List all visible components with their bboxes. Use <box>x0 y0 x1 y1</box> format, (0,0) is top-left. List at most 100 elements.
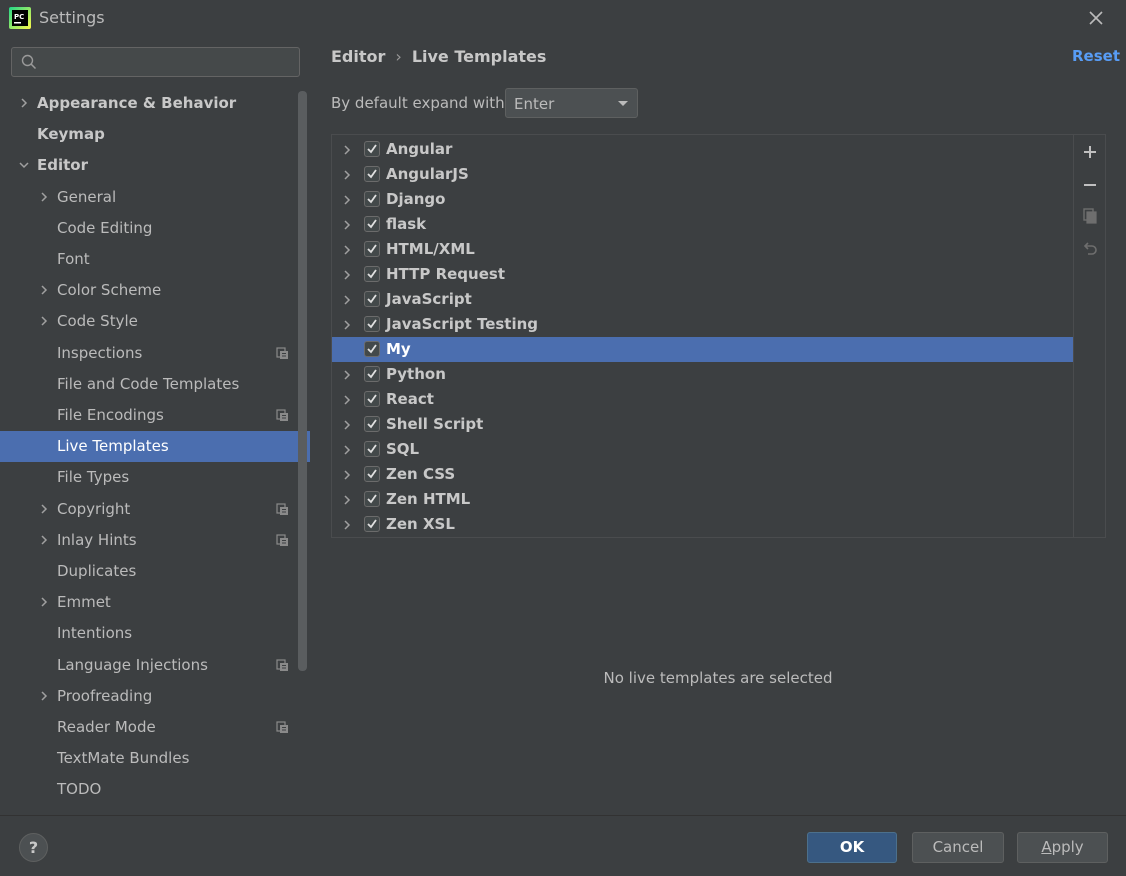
template-group-row[interactable]: Zen XSL <box>332 512 1073 537</box>
chevron-right-icon[interactable] <box>341 419 353 431</box>
template-group-checkbox[interactable] <box>364 266 380 282</box>
chevron-right-icon[interactable] <box>341 469 353 481</box>
sidebar-item[interactable]: TODO <box>0 774 310 805</box>
chevron-right-icon[interactable] <box>38 596 50 608</box>
template-group-checkbox[interactable] <box>364 391 380 407</box>
sidebar-item[interactable]: Copyright <box>0 494 310 525</box>
template-group-row[interactable]: My <box>332 337 1073 362</box>
sidebar-item[interactable]: File and Code Templates <box>0 369 310 400</box>
template-group-row[interactable]: Angular <box>332 137 1073 162</box>
template-group-checkbox[interactable] <box>364 416 380 432</box>
settings-search[interactable] <box>11 47 300 77</box>
svg-text:PC: PC <box>14 13 24 21</box>
sidebar-item[interactable]: Inlay Hints <box>0 525 310 556</box>
template-group-checkbox[interactable] <box>364 516 380 532</box>
sidebar-item[interactable]: Color Scheme <box>0 275 310 306</box>
sidebar-item[interactable]: File Encodings <box>0 400 310 431</box>
template-group-row[interactable]: JavaScript <box>332 287 1073 312</box>
chevron-right-icon[interactable] <box>38 690 50 702</box>
template-group-checkbox[interactable] <box>364 191 380 207</box>
ok-button[interactable]: OK <box>807 832 897 863</box>
sidebar-item[interactable]: TextMate Bundles <box>0 743 310 774</box>
chevron-right-icon[interactable] <box>38 503 50 515</box>
sidebar-item[interactable]: Code Style <box>0 306 310 337</box>
chevron-right-icon[interactable] <box>341 269 353 281</box>
template-group-row[interactable]: Shell Script <box>332 412 1073 437</box>
template-group-row[interactable]: React <box>332 387 1073 412</box>
sidebar-item[interactable]: Live Templates <box>0 431 310 463</box>
expand-with-select[interactable]: Enter <box>505 88 638 118</box>
chevron-right-icon[interactable] <box>18 97 30 109</box>
template-group-checkbox[interactable] <box>364 441 380 457</box>
template-group-label: Angular <box>386 140 453 158</box>
template-group-checkbox[interactable] <box>364 216 380 232</box>
sidebar-scrollbar[interactable] <box>298 91 307 671</box>
sidebar-item[interactable]: Intentions <box>0 618 310 649</box>
template-group-row[interactable]: HTTP Request <box>332 262 1073 287</box>
reset-link[interactable]: Reset <box>1072 47 1120 65</box>
sidebar-item[interactable]: Emmet <box>0 587 310 618</box>
plus-icon[interactable] <box>1081 143 1099 161</box>
chevron-right-icon[interactable] <box>341 294 353 306</box>
template-group-checkbox[interactable] <box>364 341 380 357</box>
template-group-row[interactable]: JavaScript Testing <box>332 312 1073 337</box>
chevron-right-icon[interactable] <box>341 219 353 231</box>
template-group-row[interactable]: Zen CSS <box>332 462 1073 487</box>
chevron-right-icon[interactable] <box>341 494 353 506</box>
template-group-row[interactable]: Python <box>332 362 1073 387</box>
chevron-right-icon[interactable] <box>38 315 50 327</box>
template-group-checkbox[interactable] <box>364 141 380 157</box>
template-group-checkbox[interactable] <box>364 466 380 482</box>
template-group-row[interactable]: Zen HTML <box>332 487 1073 512</box>
chevron-right-icon[interactable] <box>341 394 353 406</box>
sidebar-item[interactable]: Reader Mode <box>0 712 310 743</box>
sidebar-item[interactable]: Keymap <box>0 119 310 150</box>
chevron-right-icon[interactable] <box>38 284 50 296</box>
checkmark-icon <box>367 319 377 329</box>
project-level-icon <box>276 658 288 671</box>
template-group-row[interactable]: flask <box>332 212 1073 237</box>
chevron-right-icon[interactable] <box>341 244 353 256</box>
undo-icon[interactable] <box>1081 239 1099 257</box>
template-group-checkbox[interactable] <box>364 366 380 382</box>
close-icon[interactable] <box>1084 6 1108 30</box>
chevron-right-icon[interactable] <box>341 144 353 156</box>
chevron-right-icon[interactable] <box>38 191 50 203</box>
sidebar-item[interactable]: Duplicates <box>0 556 310 587</box>
cancel-button[interactable]: Cancel <box>912 832 1004 863</box>
template-group-checkbox[interactable] <box>364 166 380 182</box>
sidebar-item[interactable]: File Types <box>0 462 310 493</box>
chevron-right-icon[interactable] <box>341 319 353 331</box>
template-group-checkbox[interactable] <box>364 241 380 257</box>
help-button[interactable]: ? <box>19 833 48 862</box>
sidebar-item[interactable]: Inspections <box>0 338 310 369</box>
template-group-checkbox[interactable] <box>364 316 380 332</box>
sidebar-item[interactable]: Font <box>0 244 310 275</box>
checkmark-icon <box>367 369 377 379</box>
chevron-right-icon[interactable] <box>341 194 353 206</box>
breadcrumb-editor[interactable]: Editor <box>331 47 385 66</box>
template-group-row[interactable]: SQL <box>332 437 1073 462</box>
empty-selection-message: No live templates are selected <box>603 669 833 687</box>
sidebar-item[interactable]: General <box>0 182 310 213</box>
sidebar-item[interactable]: Code Editing <box>0 213 310 244</box>
template-group-row[interactable]: HTML/XML <box>332 237 1073 262</box>
chevron-right-icon[interactable] <box>341 519 353 531</box>
chevron-right-icon[interactable] <box>38 534 50 546</box>
copy-icon[interactable] <box>1081 207 1099 225</box>
search-input[interactable] <box>44 52 294 72</box>
minus-icon[interactable] <box>1081 176 1099 194</box>
template-group-row[interactable]: AngularJS <box>332 162 1073 187</box>
template-group-checkbox[interactable] <box>364 491 380 507</box>
chevron-right-icon[interactable] <box>341 444 353 456</box>
chevron-down-icon[interactable] <box>18 159 30 171</box>
sidebar-item[interactable]: Proofreading <box>0 681 310 712</box>
chevron-right-icon[interactable] <box>341 369 353 381</box>
template-group-row[interactable]: Django <box>332 187 1073 212</box>
sidebar-item[interactable]: Language Injections <box>0 650 310 681</box>
apply-button[interactable]: Apply <box>1017 832 1108 863</box>
sidebar-item[interactable]: Editor <box>0 150 310 181</box>
sidebar-item[interactable]: Appearance & Behavior <box>0 88 310 119</box>
chevron-right-icon[interactable] <box>341 169 353 181</box>
template-group-checkbox[interactable] <box>364 291 380 307</box>
